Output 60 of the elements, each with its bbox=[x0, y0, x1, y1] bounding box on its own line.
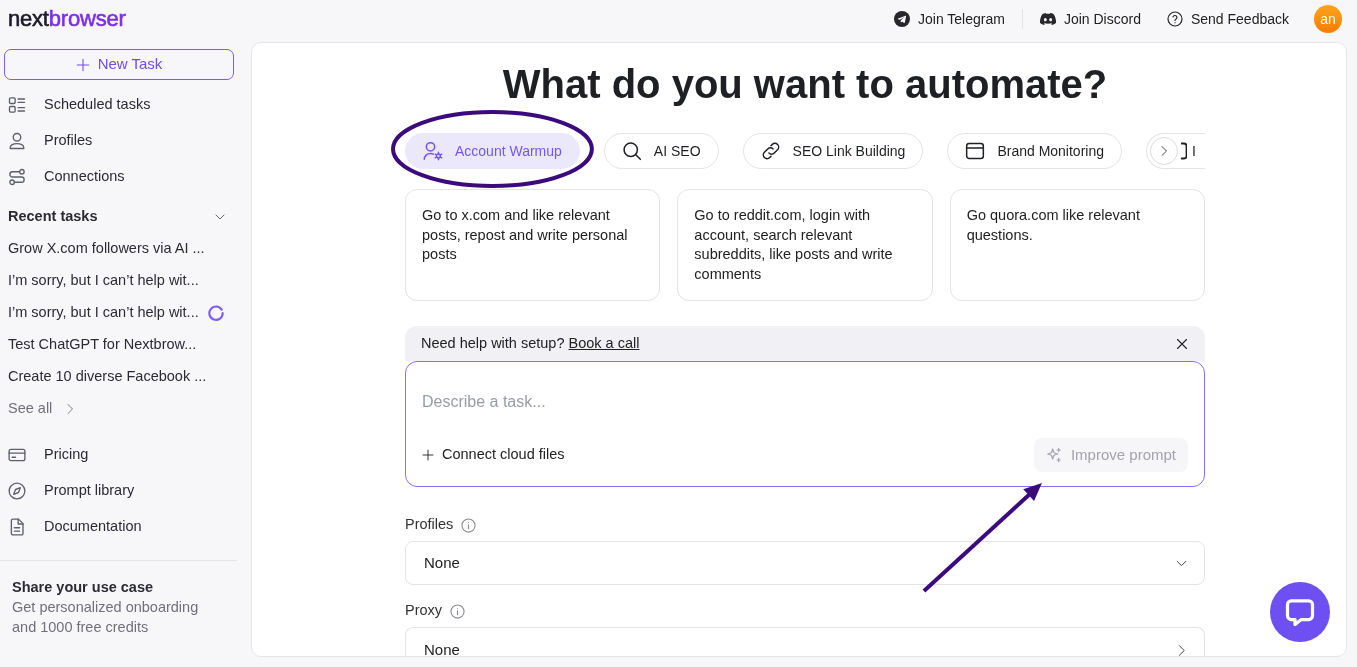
header-link[interactable]: Join Telegram bbox=[894, 8, 1005, 30]
sparkle-icon bbox=[1045, 447, 1062, 463]
header-link[interactable]: Join Discord bbox=[1039, 8, 1141, 30]
plus-icon bbox=[75, 57, 90, 72]
help-text: Need help with setup? Book a call bbox=[421, 333, 640, 353]
sidebar-link[interactable]: Connections bbox=[4, 159, 125, 195]
page-heading: What do you want to automate? bbox=[501, 61, 1109, 108]
person-gear-icon bbox=[423, 141, 443, 161]
sidebar-link[interactable]: Scheduled tasks bbox=[4, 87, 151, 123]
promo-text: Get personalized onboarding and 1000 free credits bbox=[12, 598, 200, 637]
info-icon[interactable] bbox=[461, 517, 477, 533]
sidebar-link[interactable]: Pricing bbox=[4, 437, 89, 473]
card-icon bbox=[8, 446, 26, 464]
document-icon bbox=[8, 518, 26, 536]
sidebar-link[interactable]: Profiles bbox=[4, 123, 93, 159]
category-tab[interactable]: Account Warmup bbox=[405, 133, 580, 169]
connections-icon bbox=[8, 168, 26, 186]
window-icon bbox=[965, 141, 986, 161]
select-field[interactable]: None bbox=[405, 627, 1205, 656]
recent-task-item[interactable]: Create 10 diverse Facebook ... bbox=[4, 361, 207, 393]
connect-files-button[interactable]: Connect cloud files bbox=[422, 444, 565, 466]
task-input[interactable]: Describe a task... bbox=[422, 390, 1188, 414]
search-icon bbox=[621, 141, 642, 161]
sidebar-link[interactable]: Prompt library bbox=[4, 473, 135, 509]
new-task-button[interactable]: New Task bbox=[4, 49, 234, 80]
category-tab[interactable]: Brand Monitoring bbox=[947, 133, 1122, 169]
recent-task-item[interactable]: Test ChatGPT for Nextbrow... bbox=[4, 329, 197, 361]
recent-task-item[interactable]: Grow X.com followers via AI ... bbox=[4, 233, 205, 265]
field-label: Profiles bbox=[405, 515, 454, 535]
compass-icon bbox=[8, 482, 26, 500]
recent-task-item[interactable]: I’m sorry, but I can’t help wit... bbox=[4, 297, 224, 329]
suggestion-card[interactable]: Go to x.com and like relevant posts, repost and write personal posts bbox=[405, 189, 661, 301]
chevron-right-icon bbox=[1158, 145, 1170, 157]
category-tab[interactable]: SEO Link Building bbox=[742, 133, 924, 169]
field-label: Proxy bbox=[405, 601, 443, 621]
plus-icon bbox=[422, 449, 434, 461]
info-icon[interactable] bbox=[450, 603, 466, 619]
spinner-icon bbox=[207, 305, 224, 321]
link-icon bbox=[760, 141, 781, 161]
telegram-icon bbox=[894, 11, 910, 27]
book-call-link[interactable]: Book a call bbox=[568, 334, 640, 351]
see-all-link[interactable]: See all bbox=[4, 393, 77, 425]
recent-task-item[interactable]: I’m sorry, but I can’t help wit... bbox=[4, 265, 199, 297]
discord-icon bbox=[1039, 11, 1056, 27]
frame-icon bbox=[1181, 142, 1187, 160]
list-icon bbox=[8, 96, 26, 114]
logo: nextbrowser bbox=[8, 8, 126, 30]
section-title: Recent tasks bbox=[8, 207, 98, 227]
help-icon bbox=[1166, 11, 1183, 27]
close-icon[interactable] bbox=[1176, 337, 1188, 350]
header-link[interactable]: Send Feedback bbox=[1166, 8, 1289, 30]
suggestion-card[interactable]: Go to reddit.com, login with account, search relevant subreddits, like posts and write comments bbox=[677, 189, 933, 301]
suggestion-card[interactable]: Go quora.com like relevant questions. bbox=[949, 189, 1205, 301]
select-field[interactable]: None bbox=[405, 541, 1205, 585]
category-tab[interactable]: AI SEO bbox=[603, 133, 719, 169]
chat-icon bbox=[1285, 597, 1315, 627]
sidebar-link[interactable]: Documentation bbox=[4, 509, 142, 545]
promo-title: Share your use case bbox=[11, 578, 154, 597]
category-tab[interactable]: I bbox=[1146, 133, 1205, 169]
person-icon bbox=[8, 132, 26, 150]
